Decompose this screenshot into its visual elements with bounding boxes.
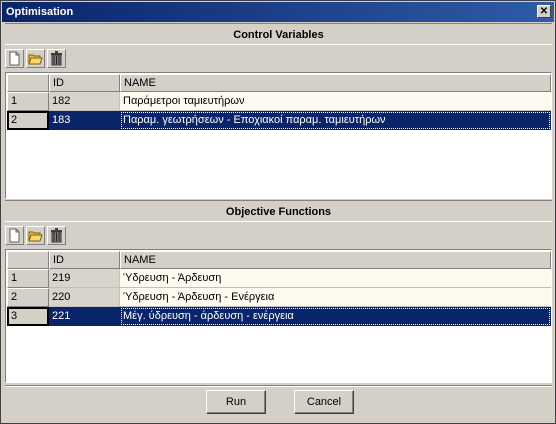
column-header-name[interactable]: NAME xyxy=(120,251,551,269)
column-header-id[interactable]: ID xyxy=(49,251,120,269)
cell-id[interactable]: 183 xyxy=(49,111,120,130)
open-folder-icon[interactable] xyxy=(26,49,45,68)
cell-name[interactable]: Ύδρευση - Άρδευση xyxy=(120,269,551,288)
new-icon[interactable] xyxy=(5,226,24,245)
optimisation-window: Optimisation ✕ Control Variables ID NAME… xyxy=(0,0,556,424)
window-title: Optimisation xyxy=(6,6,74,18)
open-folder-icon[interactable] xyxy=(26,226,45,245)
cell-name[interactable]: Παράμετροι ταμιευτήρων xyxy=(120,92,551,111)
control-variables-header: Control Variables xyxy=(5,23,552,45)
trash-icon[interactable] xyxy=(47,49,66,68)
row-number[interactable]: 2 xyxy=(7,288,49,307)
cell-id[interactable]: 219 xyxy=(49,269,120,288)
column-header-name[interactable]: NAME xyxy=(120,74,551,92)
objective-functions-grid: ID NAME 1 219 Ύδρευση - Άρδευση 2 220 Ύδ… xyxy=(5,249,552,383)
run-button[interactable]: Run xyxy=(206,390,266,414)
close-icon[interactable]: ✕ xyxy=(537,5,551,18)
title-bar[interactable]: Optimisation ✕ xyxy=(2,2,554,22)
trash-icon[interactable] xyxy=(47,226,66,245)
cancel-button[interactable]: Cancel xyxy=(294,390,354,414)
row-number[interactable]: 2 xyxy=(7,111,49,130)
row-number-header xyxy=(7,251,49,269)
row-number-header xyxy=(7,74,49,92)
cell-id[interactable]: 221 xyxy=(49,307,120,326)
new-icon[interactable] xyxy=(5,49,24,68)
cell-name[interactable]: Ύδρευση - Άρδευση - Ενέργεια xyxy=(120,288,551,307)
control-variables-grid: ID NAME 1 182 Παράμετροι ταμιευτήρων 2 1… xyxy=(5,72,552,199)
cell-id[interactable]: 182 xyxy=(49,92,120,111)
column-header-id[interactable]: ID xyxy=(49,74,120,92)
cell-name[interactable]: Παραμ. γεωτρήσεων - Εποχιακοί παραμ. ταμ… xyxy=(120,111,551,130)
row-number[interactable]: 1 xyxy=(7,269,49,288)
footer-divider xyxy=(5,385,552,387)
cell-name[interactable]: Μέγ. ύδρευση - άρδευση - ενέργεια xyxy=(120,307,551,326)
cell-id[interactable]: 220 xyxy=(49,288,120,307)
row-number[interactable]: 1 xyxy=(7,92,49,111)
objective-functions-header: Objective Functions xyxy=(5,200,552,222)
row-number[interactable]: 3 xyxy=(7,307,49,326)
